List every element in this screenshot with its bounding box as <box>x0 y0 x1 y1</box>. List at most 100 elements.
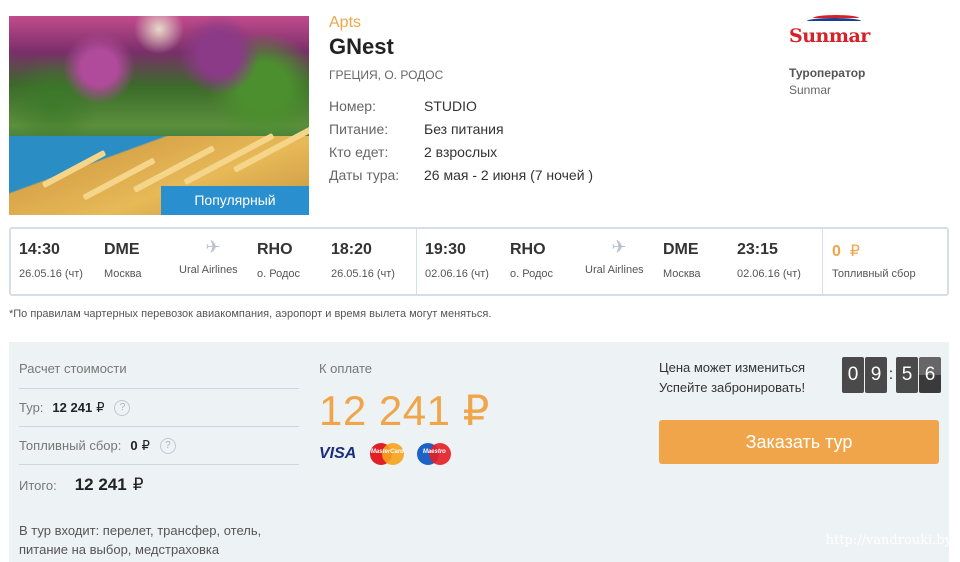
photo-foliage <box>9 16 309 146</box>
departure: 14:30 26.05.16 (чт) <box>19 229 83 280</box>
payment-cards: VISA MasterCard Maestro <box>319 443 619 465</box>
calc-fuel-label: Топливный сбор: <box>19 438 122 453</box>
tour-includes: В тур входит: перелет, трансфер, отель, … <box>19 523 262 557</box>
fuel-label: Топливный сбор <box>832 268 916 280</box>
airport-city: о. Родос <box>510 268 553 280</box>
cost-calculation: Расчет стоимости Тур: 12 241 ₽ ? Топливн… <box>19 342 299 559</box>
calc-total-value: 12 241 <box>74 475 127 494</box>
calc-title: Расчет стоимости <box>19 361 299 389</box>
airport-code: RHO <box>257 241 293 258</box>
calc-currency: ₽ <box>96 399 105 415</box>
detail-label: Кто едет: <box>329 143 389 160</box>
calc-currency: ₽ <box>132 475 144 494</box>
airline-name: Ural Airlines <box>179 264 238 276</box>
hotel-name[interactable]: GNest <box>329 34 749 60</box>
fuel-amount: 0 ₽ <box>832 241 916 261</box>
airport-code: RHO <box>510 241 546 258</box>
watermark: http://vandrouki.by <box>825 533 952 548</box>
calc-total-row: Итого: 12 241 ₽ <box>19 465 299 505</box>
airline: ✈ Ural Airlines <box>585 229 653 276</box>
hotel-details: Номер: STUDIO Питание: Без питания Кто е… <box>329 94 749 186</box>
hotel-info: Apts GNest ГРЕЦИЯ, О. РОДОС Номер: STUDI… <box>329 14 749 186</box>
arrival-date: 26.05.16 (чт) <box>331 268 395 280</box>
payment: К оплате 12 241 ₽ VISA MasterCard Maestr… <box>319 342 619 465</box>
outbound-flight: 14:30 26.05.16 (чт) DME Москва ✈ Ural Ai… <box>11 229 416 294</box>
detail-label: Даты тура: <box>329 166 400 183</box>
airport-city: Москва <box>104 268 142 280</box>
arrival-airport: RHO о. Родос <box>257 229 300 280</box>
arrival: 18:20 26.05.16 (чт) <box>331 229 395 280</box>
calc-tour-row: Тур: 12 241 ₽ ? <box>19 389 299 427</box>
visa-icon: VISA <box>319 445 357 462</box>
detail-meal: Питание: Без питания <box>329 117 749 140</box>
airline: ✈ Ural Airlines <box>179 229 247 276</box>
arrival: 23:15 02.06.16 (чт) <box>737 229 801 280</box>
plane-icon: ✈ <box>205 237 221 257</box>
airport-city: Москва <box>663 268 701 280</box>
payment-amount: 12 241 ₽ <box>319 387 490 434</box>
departure: 19:30 02.06.16 (чт) <box>425 229 489 280</box>
detail-value: Без питания <box>424 120 504 137</box>
departure-date: 26.05.16 (чт) <box>19 268 83 280</box>
calc-fuel-row: Топливный сбор: 0 ₽ ? <box>19 427 299 465</box>
detail-value: 26 мая - 2 июня (7 ночей ) <box>424 166 594 183</box>
operator-label: Туроператор <box>789 66 866 80</box>
operator-name: Sunmar <box>789 83 832 97</box>
departure-airport: RHO о. Родос <box>510 229 553 280</box>
mastercard-label: MasterCard <box>370 449 404 455</box>
plane-icon: ✈ <box>611 237 627 257</box>
hotel-category: Apts <box>329 14 362 31</box>
arrival-airport: DME Москва <box>663 229 701 280</box>
departure-time: 14:30 <box>19 241 60 258</box>
flights-box: 14:30 26.05.16 (чт) DME Москва ✈ Ural Ai… <box>9 227 949 296</box>
fuel-charge: 0 ₽ Топливный сбор <box>823 229 943 294</box>
detail-label: Питание: <box>329 120 389 137</box>
detail-travellers: Кто едет: 2 взрослых <box>329 140 749 163</box>
payment-label: К оплате <box>319 361 373 376</box>
airport-code: DME <box>663 241 699 258</box>
fuel-cell: 0 ₽ Топливный сбор <box>832 229 916 280</box>
departure-airport: DME Москва <box>104 229 142 280</box>
detail-value: 2 взрослых <box>424 143 498 160</box>
book-tour-button[interactable]: Заказать тур <box>659 420 939 464</box>
detail-label: Номер: <box>329 97 376 114</box>
popular-badge: Популярный <box>161 186 309 215</box>
calc-currency: ₽ <box>141 437 150 453</box>
logo-swoosh <box>807 18 861 24</box>
logo-wordmark: Sunmar <box>789 25 870 47</box>
tour-operator: Sunmar Туроператор Sunmar <box>789 14 949 97</box>
calc-tour-label: Тур: <box>19 400 44 415</box>
airport-code: DME <box>104 241 140 258</box>
airline-name: Ural Airlines <box>585 264 644 276</box>
departure-date: 02.06.16 (чт) <box>425 268 489 280</box>
help-icon[interactable]: ? <box>159 437 176 454</box>
detail-room: Номер: STUDIO <box>329 94 749 117</box>
hotel-location: ГРЕЦИЯ, О. РОДОС <box>329 68 444 82</box>
charter-note: *По правилам чартерных перевозок авиаком… <box>9 308 492 320</box>
timer-digit: 6 <box>919 357 941 393</box>
booking: Цена может измениться Успейте заброниров… <box>659 342 941 464</box>
sunmar-logo: Sunmar <box>789 14 879 54</box>
order-panel: Расчет стоимости Тур: 12 241 ₽ ? Топливн… <box>9 342 949 562</box>
fuel-value: 0 <box>832 243 841 260</box>
timer-digit: 9 <box>865 357 887 393</box>
return-flight: 19:30 02.06.16 (чт) RHO о. Родос ✈ Ural … <box>417 229 822 294</box>
arrival-time: 18:20 <box>331 241 372 258</box>
detail-value: STUDIO <box>424 97 477 114</box>
timer-colon: : <box>888 366 894 383</box>
calc-fuel-value: 0 <box>130 438 138 453</box>
calc-tour-value: 12 241 <box>52 400 93 415</box>
timer-digit: 5 <box>896 357 918 393</box>
calc-total-label: Итого: <box>19 477 57 493</box>
arrival-time: 23:15 <box>737 241 778 258</box>
arrival-date: 02.06.16 (чт) <box>737 268 801 280</box>
detail-dates: Даты тура: 26 мая - 2 июня (7 ночей ) <box>329 163 749 186</box>
help-icon[interactable]: ? <box>114 399 131 416</box>
mastercard-icon: MasterCard <box>370 443 405 465</box>
maestro-label: Maestro <box>422 449 446 455</box>
maestro-icon: Maestro <box>417 443 452 465</box>
countdown-timer: 0 9 : 5 6 <box>841 357 941 393</box>
fuel-currency: ₽ <box>849 243 860 260</box>
departure-time: 19:30 <box>425 241 466 258</box>
timer-digit: 0 <box>842 357 864 393</box>
